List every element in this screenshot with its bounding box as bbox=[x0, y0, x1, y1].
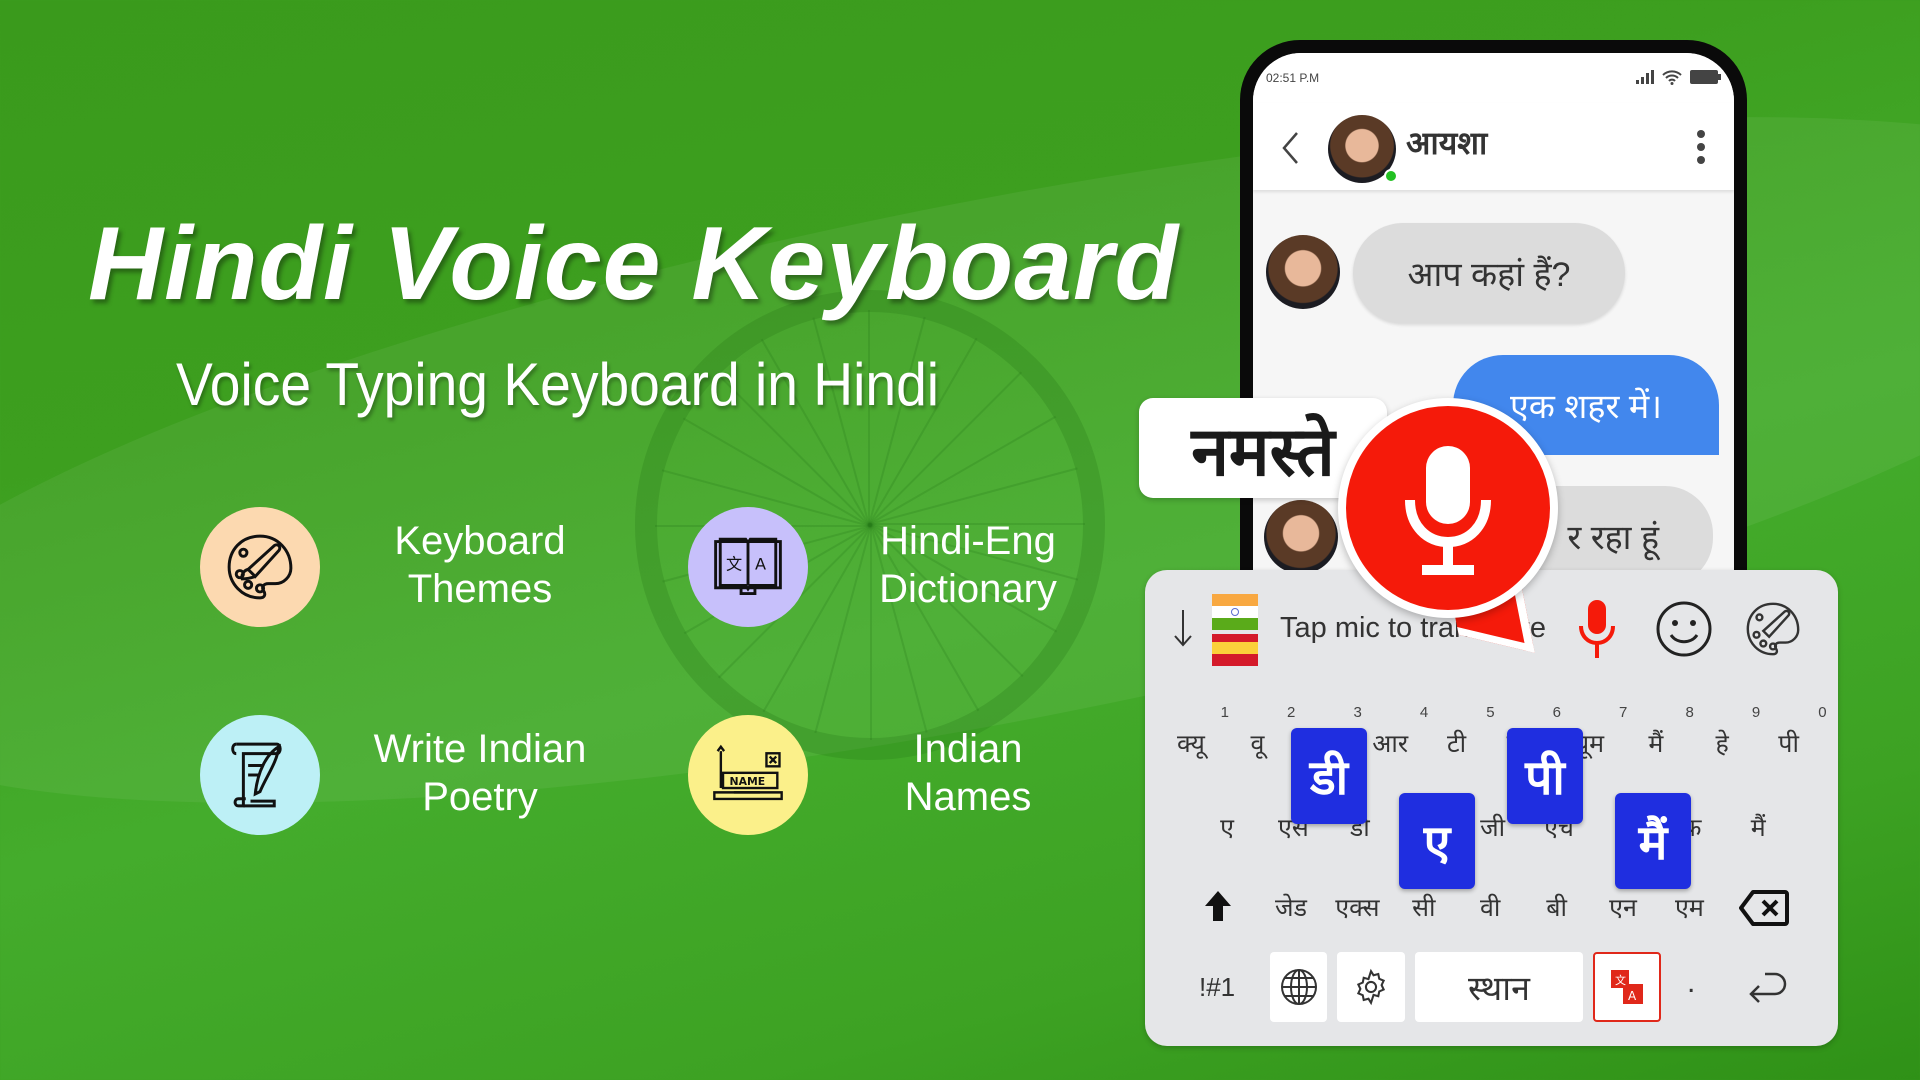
backspace-icon[interactable] bbox=[1739, 890, 1789, 926]
keyboard-key[interactable]: एन bbox=[1595, 890, 1651, 924]
keyboard-key[interactable]: एक्स bbox=[1329, 890, 1385, 924]
keyboard-key[interactable]: पी 0 bbox=[1765, 704, 1826, 760]
keyboard-key[interactable]: वू 2 bbox=[1233, 704, 1295, 760]
battery-icon bbox=[1690, 70, 1721, 84]
chat-header: आयशा bbox=[1253, 103, 1734, 190]
translate-key[interactable]: 文A bbox=[1593, 952, 1661, 1022]
period-key[interactable]: . bbox=[1687, 966, 1695, 1000]
keyboard-key[interactable]: सी bbox=[1396, 890, 1452, 924]
message-avatar bbox=[1264, 500, 1338, 574]
key-popup: मैं bbox=[1615, 793, 1691, 889]
keyboard-key[interactable]: हे 9 bbox=[1698, 704, 1761, 760]
feature-keyboard-themes: Keyboard Themes bbox=[200, 507, 680, 627]
feature-label: Write Indian Poetry bbox=[373, 727, 587, 819]
feature-dictionary: 文A Hindi-Eng Dictionary bbox=[688, 507, 1168, 627]
page-subtitle: Voice Typing Keyboard in Hindi bbox=[176, 351, 940, 418]
dictionary-book-icon: 文A bbox=[688, 507, 808, 627]
language-flags-icon[interactable] bbox=[1212, 594, 1258, 666]
symbols-key[interactable]: !#1 bbox=[1199, 972, 1235, 1003]
theme-palette-icon[interactable] bbox=[1742, 598, 1804, 660]
svg-text:A: A bbox=[1628, 989, 1637, 1003]
contact-name: आयशा bbox=[1406, 125, 1488, 161]
settings-key[interactable] bbox=[1337, 952, 1405, 1022]
keyboard-key[interactable]: मैं 8 bbox=[1632, 704, 1693, 760]
wifi-icon bbox=[1662, 70, 1682, 85]
keyboard-key[interactable]: मैं bbox=[1734, 810, 1782, 844]
collapse-arrow-icon[interactable] bbox=[1173, 608, 1193, 648]
online-status-dot bbox=[1384, 169, 1398, 183]
quill-scroll-icon bbox=[200, 715, 320, 835]
chakra-spoke bbox=[812, 317, 870, 526]
voice-input-button[interactable] bbox=[1338, 398, 1558, 618]
message-avatar bbox=[1266, 235, 1340, 309]
svg-text:A: A bbox=[755, 554, 766, 573]
emoji-icon[interactable] bbox=[1655, 600, 1713, 658]
page-title: Hindi Voice Keyboard bbox=[88, 206, 1180, 322]
feature-label: Hindi-Eng Dictionary bbox=[879, 519, 1057, 611]
keyboard-key[interactable]: जेड bbox=[1263, 890, 1319, 924]
keyboard-key[interactable]: एम bbox=[1661, 890, 1717, 924]
svg-text:NAME: NAME bbox=[730, 775, 766, 788]
name-sign-icon: NAME bbox=[688, 715, 808, 835]
mic-icon[interactable] bbox=[1577, 600, 1617, 660]
gear-icon bbox=[1356, 968, 1386, 1006]
enter-icon[interactable] bbox=[1745, 970, 1789, 1012]
keyboard-key[interactable]: वी bbox=[1462, 890, 1518, 924]
space-key[interactable]: स्थान bbox=[1415, 952, 1583, 1022]
status-bar: 02:51 P.M bbox=[1253, 53, 1734, 103]
key-popup: ए bbox=[1399, 793, 1475, 889]
more-options-icon[interactable] bbox=[1696, 129, 1706, 165]
svg-text:文: 文 bbox=[1615, 973, 1626, 987]
feature-indian-names: NAME Indian Names bbox=[688, 715, 1168, 835]
microphone-icon bbox=[1405, 446, 1491, 575]
signal-icon bbox=[1636, 70, 1654, 84]
keyboard-key[interactable]: ए bbox=[1203, 810, 1251, 844]
keyboard-key[interactable]: क्यू 1 bbox=[1167, 704, 1229, 760]
back-arrow-icon[interactable] bbox=[1281, 131, 1301, 165]
translate-icon: 文A bbox=[1611, 970, 1643, 1004]
shift-icon[interactable] bbox=[1203, 890, 1233, 922]
key-popup: डी bbox=[1291, 728, 1367, 824]
keyboard-key[interactable]: टी 5 bbox=[1433, 704, 1495, 760]
keyboard-key[interactable]: आर 4 bbox=[1366, 704, 1428, 760]
globe-icon bbox=[1280, 969, 1317, 1005]
received-message: आप कहां हैं? bbox=[1353, 223, 1625, 323]
feature-label: Keyboard Themes bbox=[394, 519, 566, 611]
svg-text:文: 文 bbox=[726, 554, 742, 573]
keyboard-key[interactable]: बी bbox=[1529, 890, 1585, 924]
feature-poetry: Write Indian Poetry bbox=[200, 715, 680, 835]
feature-label: Indian Names bbox=[904, 727, 1032, 819]
palette-icon bbox=[200, 507, 320, 627]
key-popup: पी bbox=[1507, 728, 1583, 824]
status-time: 02:51 P.M bbox=[1266, 71, 1320, 85]
language-switch-key[interactable] bbox=[1270, 952, 1327, 1022]
